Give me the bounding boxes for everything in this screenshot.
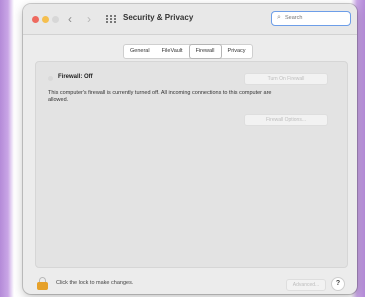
title-bar: ‹ › Security & Privacy ⌕: [23, 4, 357, 35]
chevron-left-icon[interactable]: ‹: [68, 12, 72, 26]
firewall-status: Firewall: Off: [58, 74, 93, 80]
firewall-options-button[interactable]: Firewall Options...: [244, 114, 328, 126]
tab-privacy[interactable]: Privacy: [222, 45, 252, 58]
firewall-description: This computer's firewall is currently tu…: [48, 90, 272, 103]
search-input[interactable]: [285, 12, 345, 24]
turn-on-firewall-button[interactable]: Turn On Firewall: [244, 73, 328, 85]
window-title: Security & Privacy: [123, 13, 194, 22]
tab-general[interactable]: General: [124, 45, 156, 58]
lock-hint: Click the lock to make changes.: [56, 280, 134, 286]
search-icon: ⌕: [277, 14, 281, 21]
minimize-button[interactable]: [42, 16, 49, 23]
advanced-button[interactable]: Advanced...: [286, 279, 326, 291]
close-button[interactable]: [32, 16, 39, 23]
help-button[interactable]: ?: [331, 277, 345, 291]
tab-filevault[interactable]: FileVault: [156, 45, 189, 58]
firewall-panel: Firewall: Off Turn On Firewall This comp…: [35, 61, 348, 268]
status-indicator: [48, 76, 53, 81]
preferences-window: ‹ › Security & Privacy ⌕ General FileVau…: [23, 4, 357, 294]
zoom-button[interactable]: [52, 16, 59, 23]
grid-icon[interactable]: [106, 15, 116, 23]
tab-firewall[interactable]: Firewall: [188, 44, 222, 59]
lock-icon[interactable]: [37, 277, 48, 290]
search-field[interactable]: ⌕: [271, 11, 351, 26]
tab-bar: General FileVault Firewall Privacy: [123, 44, 253, 59]
chevron-right-icon[interactable]: ›: [87, 12, 91, 26]
